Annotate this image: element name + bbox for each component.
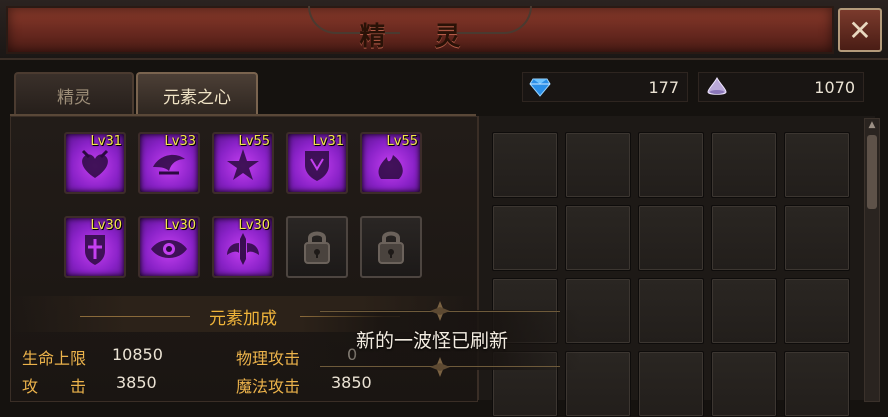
cross-shield-emblem-icon xyxy=(85,235,105,265)
tab-spirit[interactable]: 精灵 xyxy=(14,72,134,116)
stat-value-hp: 10850 xyxy=(112,345,163,364)
inventory-slot[interactable] xyxy=(784,205,850,271)
slot-level: Lv55 xyxy=(238,134,270,149)
element-slot[interactable]: Lv30 xyxy=(64,216,126,278)
locked-slot[interactable] xyxy=(286,216,348,278)
inventory-slot[interactable] xyxy=(711,278,777,344)
locked-slot[interactable] xyxy=(360,216,422,278)
stat-label-physical-attack: 物理攻击 xyxy=(236,349,301,368)
title-plaque: 精 灵 xyxy=(6,6,834,54)
stat-label-magic-attack: 魔法攻击 xyxy=(236,377,301,396)
tab-label: 精灵 xyxy=(57,87,91,108)
diamond-icon xyxy=(529,78,551,97)
shield-emblem-icon xyxy=(305,151,329,181)
inventory-slot[interactable] xyxy=(565,205,631,271)
inventory-scrollbar[interactable]: ▲ xyxy=(864,118,880,402)
eye-emblem-icon xyxy=(151,240,187,258)
slot-level: Lv30 xyxy=(238,218,270,233)
slot-level: Lv33 xyxy=(164,134,196,149)
element-slot[interactable]: Lv31 xyxy=(286,132,348,194)
element-slot[interactable]: Lv55 xyxy=(360,132,422,194)
scroll-thumb[interactable] xyxy=(867,135,877,209)
slot-level: Lv30 xyxy=(90,218,122,233)
stat-label-attack: 攻 击 xyxy=(22,377,87,396)
inventory-slot[interactable] xyxy=(638,351,704,417)
crystal-currency: 1070 xyxy=(698,72,864,102)
toast-ornament-icon xyxy=(430,357,450,377)
slot-level: Lv30 xyxy=(164,218,196,233)
slot-level: Lv31 xyxy=(90,134,122,149)
element-slot[interactable]: Lv31 xyxy=(64,132,126,194)
diamond-amount: 177 xyxy=(648,78,679,97)
element-slot[interactable]: Lv33 xyxy=(138,132,200,194)
inventory-slot[interactable] xyxy=(492,205,558,271)
padlock-icon xyxy=(378,231,404,264)
flame-emblem-icon xyxy=(378,155,403,179)
inventory-slot[interactable] xyxy=(784,351,850,417)
crystal-icon xyxy=(707,77,727,95)
toast-ornament-icon xyxy=(430,301,450,321)
heart-emblem-icon xyxy=(81,149,109,178)
sword-wing-emblem-icon xyxy=(227,233,259,265)
slot-level: Lv55 xyxy=(386,134,418,149)
window-title: 精 灵 xyxy=(359,22,481,52)
slot-level: Lv31 xyxy=(312,134,344,149)
inventory-slot[interactable] xyxy=(711,132,777,198)
toast-message: 新的一波怪已刷新 xyxy=(356,330,509,352)
inventory-slot[interactable] xyxy=(638,132,704,198)
stat-label-hp: 生命上限 xyxy=(22,349,87,368)
stat-value-magic-attack: 3850 xyxy=(331,373,372,392)
star-emblem-icon xyxy=(227,149,259,180)
padlock-icon xyxy=(304,231,330,264)
element-slot[interactable]: Lv55 xyxy=(212,132,274,194)
crystal-amount: 1070 xyxy=(814,78,855,97)
inventory-slot[interactable] xyxy=(565,132,631,198)
inventory-slot[interactable] xyxy=(711,351,777,417)
stat-value-attack: 3850 xyxy=(116,373,157,392)
inventory-slot[interactable] xyxy=(784,132,850,198)
title-bar: 精 灵 ✕ xyxy=(0,0,888,60)
inventory-slot[interactable] xyxy=(492,132,558,198)
close-icon: ✕ xyxy=(848,13,872,47)
close-button[interactable]: ✕ xyxy=(838,8,882,52)
inventory-slot[interactable] xyxy=(784,278,850,344)
tab-label: 元素之心 xyxy=(163,87,231,108)
inventory-slot[interactable] xyxy=(711,205,777,271)
wing-emblem-icon xyxy=(153,154,185,175)
inventory-slot[interactable] xyxy=(638,205,704,271)
tab-element-heart[interactable]: 元素之心 xyxy=(136,72,258,116)
element-slot[interactable]: Lv30 xyxy=(212,216,274,278)
inventory-slot[interactable] xyxy=(638,278,704,344)
diamond-currency: 177 xyxy=(522,72,688,102)
scroll-up-icon[interactable]: ▲ xyxy=(865,119,879,131)
element-slot[interactable]: Lv30 xyxy=(138,216,200,278)
